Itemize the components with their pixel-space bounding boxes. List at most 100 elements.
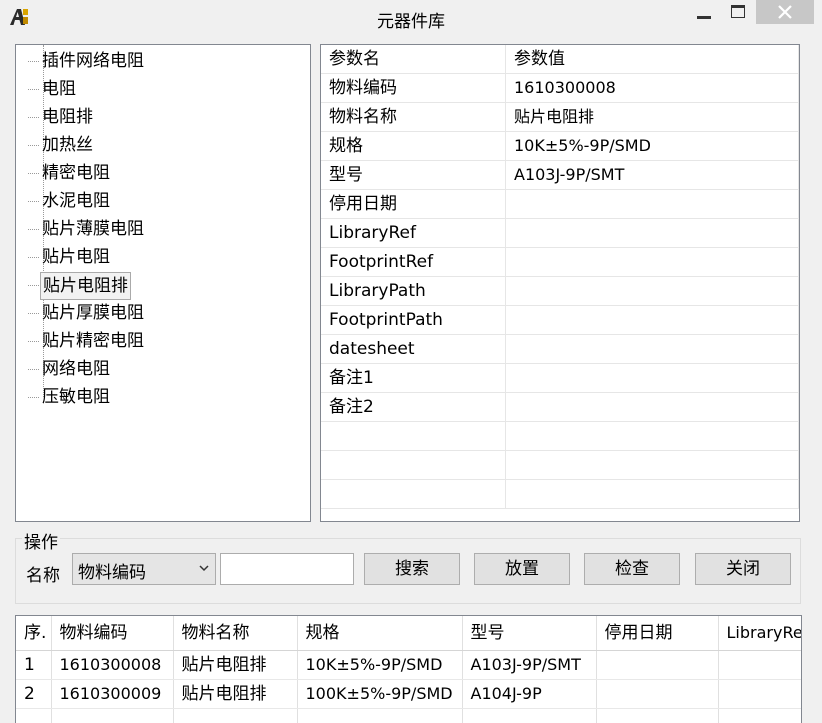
param-value-cell[interactable] [505,247,799,277]
param-row[interactable]: LibraryPath [321,276,799,306]
param-value-cell[interactable] [505,450,799,480]
parameter-table[interactable]: 参数名 参数值 物料编码 1610300008 物料名称 贴片电阻排 规格 10K±5%-… [320,44,800,522]
param-value-cell[interactable] [505,189,799,219]
close-icon [778,5,792,19]
search-button[interactable]: 搜索 [364,553,460,585]
param-value-cell[interactable] [505,421,799,451]
results-row[interactable] [16,708,801,723]
param-row[interactable]: 规格 10K±5%-9P/SMD [321,131,799,161]
field-select[interactable]: 物料编码 [72,553,216,585]
place-button[interactable]: 放置 [474,553,570,585]
param-name-cell: datesheet [321,334,506,364]
param-row[interactable]: FootprintRef [321,247,799,277]
param-row[interactable]: 物料编码 1610300008 [321,73,799,103]
param-name-cell: 备注2 [321,392,506,422]
param-value-cell[interactable]: A103J-9P/SMT [505,160,799,190]
results-cell: 贴片电阻排 [173,650,298,680]
param-name-header[interactable]: 参数名 [321,45,506,74]
param-row[interactable]: 型号 A103J-9P/SMT [321,160,799,190]
tree-item-label: 水泥电阻 [42,191,110,211]
tree-item[interactable]: 贴片精密电阻 [16,327,296,355]
param-row[interactable]: 物料名称 贴片电阻排 [321,102,799,132]
check-button[interactable]: 检查 [584,553,680,585]
results-cell [16,708,52,723]
results-cell [297,708,463,723]
tree-item[interactable]: 电阻排 [16,103,296,131]
results-table[interactable]: 序. 物料编码 物料名称 规格 型号 停用日期 LibraryRef 1 1610300008 贴… [15,615,802,723]
operation-group-legend: 操作 [22,528,60,553]
results-column-header[interactable]: 物料编码 [51,616,174,651]
tree-connector [28,173,39,174]
param-row[interactable]: 停用日期 [321,189,799,219]
param-row[interactable]: datesheet [321,334,799,364]
tree-connector [28,341,39,342]
param-value-cell[interactable] [505,479,799,509]
results-cell: 2 [16,679,52,709]
results-row[interactable]: 1 1610300008 贴片电阻排 10K±5%-9P/SMD A103J-9P/SM… [16,650,801,680]
param-name-cell: 物料名称 [321,102,506,132]
title-bar: 元器件库 [0,0,822,34]
tree-item[interactable]: 精密电阻 [16,159,296,187]
param-value-cell[interactable] [505,334,799,364]
tree-item-label: 电阻 [42,79,76,99]
param-row[interactable] [321,479,799,509]
close-window-button[interactable] [756,0,814,24]
maximize-button[interactable] [724,0,752,24]
param-value-cell[interactable]: 1610300008 [505,73,799,103]
tree-connector [28,285,39,286]
tree-item[interactable]: 网络电阻 [16,355,296,383]
tree-item-label: 网络电阻 [42,359,110,379]
tree-item[interactable]: 贴片厚膜电阻 [16,299,296,327]
tree-item[interactable]: 贴片电阻排 [16,271,296,300]
results-cell: 1610300008 [51,650,174,680]
tree-item-label: 加热丝 [42,135,93,155]
results-column-header[interactable]: LibraryRef [718,616,801,651]
search-input[interactable] [220,553,354,585]
param-row[interactable] [321,450,799,480]
results-column-header[interactable]: 规格 [297,616,463,651]
param-header-row: 参数名 参数值 [321,45,799,74]
param-row[interactable] [321,421,799,451]
param-name-cell [321,450,506,480]
tree-item[interactable]: 贴片薄膜电阻 [16,215,296,243]
param-value-cell[interactable] [505,276,799,306]
param-row[interactable]: 备注2 [321,392,799,422]
param-name-cell: 备注1 [321,363,506,393]
minimize-icon [697,16,711,19]
field-select-value: 物料编码 [78,563,146,583]
maximize-icon [731,5,745,18]
results-cell: A104J-9P [462,679,597,709]
tree-connector [28,61,39,62]
results-cell: 贴片电阻排 [173,679,298,709]
tree-item[interactable]: 压敏电阻 [16,383,296,411]
category-tree[interactable]: 插件网络电阻电阻电阻排加热丝精密电阻水泥电阻贴片薄膜电阻 贴片电阻 贴片电阻排贴片厚… [15,44,311,522]
results-column-header[interactable]: 型号 [462,616,597,651]
param-value-cell[interactable]: 贴片电阻排 [505,102,799,132]
tree-item[interactable]: 插件网络电阻 [16,47,296,75]
close-button[interactable]: 关闭 [695,553,791,585]
results-column-header[interactable]: 停用日期 [596,616,719,651]
tree-connector [28,257,39,258]
tree-item[interactable]: 贴片电阻 [16,243,296,271]
results-row[interactable]: 2 1610300009 贴片电阻排 100K±5%-9P/SMD A104J-9P [16,679,801,709]
param-value-cell[interactable] [505,305,799,335]
results-cell: 1 [16,650,52,680]
param-name-cell [321,421,506,451]
results-column-header[interactable]: 物料名称 [173,616,298,651]
tree-item-label: 贴片厚膜电阻 [42,303,144,323]
param-value-cell[interactable] [505,392,799,422]
param-value-header[interactable]: 参数值 [505,45,799,74]
results-cell: A103J-9P/SMT [462,650,597,680]
results-column-header[interactable]: 序. [16,616,52,651]
param-value-cell[interactable] [505,363,799,393]
tree-item[interactable]: 水泥电阻 [16,187,296,215]
tree-item[interactable]: 电阻 [16,75,296,103]
param-row[interactable]: 备注1 [321,363,799,393]
param-value-cell[interactable] [505,218,799,248]
param-row[interactable]: LibraryRef [321,218,799,248]
tree-item[interactable]: 加热丝 [16,131,296,159]
results-cell [718,679,801,709]
param-row[interactable]: FootprintPath [321,305,799,335]
param-value-cell[interactable]: 10K±5%-9P/SMD [505,131,799,161]
minimize-button[interactable] [694,0,722,24]
